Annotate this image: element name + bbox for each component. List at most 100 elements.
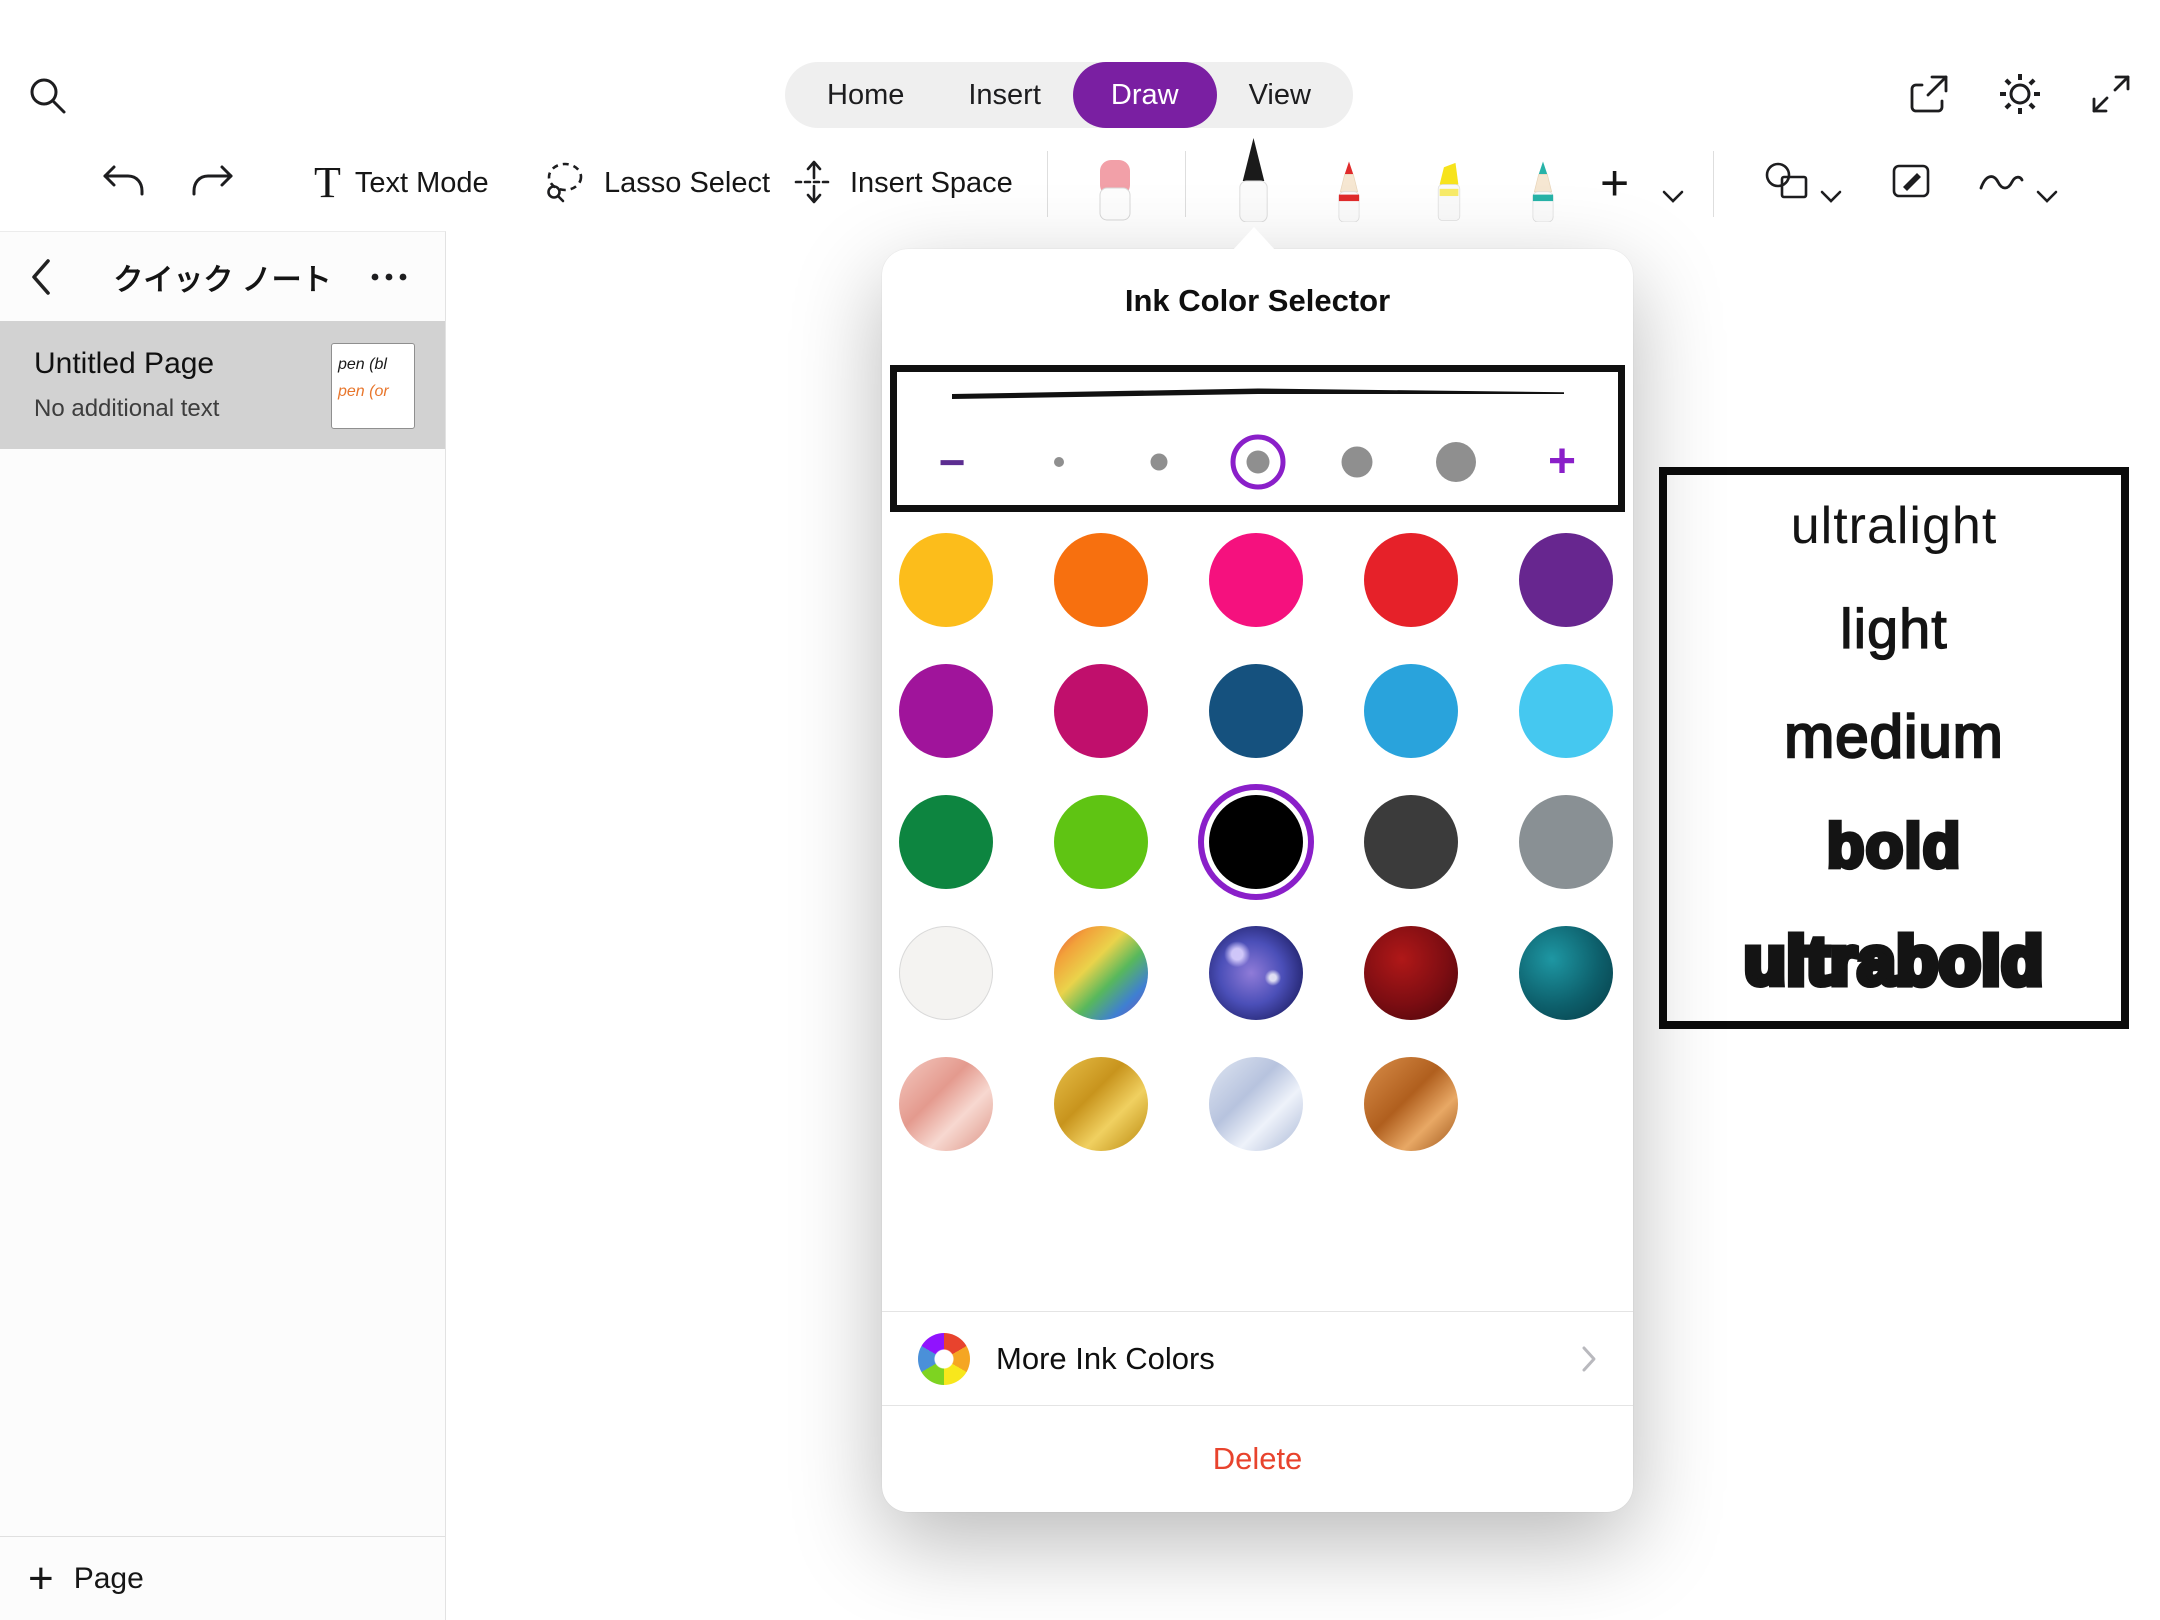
tab-draw[interactable]: Draw	[1073, 62, 1217, 128]
ink-sample-ultrabold: ultrabold	[1744, 926, 2044, 997]
swatch-dark-gray[interactable]	[1364, 795, 1458, 889]
toolbar-divider	[1047, 151, 1048, 217]
plus-icon: +	[28, 1557, 54, 1601]
text-mode-label: Text Mode	[355, 167, 489, 200]
text-mode-icon: T	[314, 161, 341, 205]
swatch-dark-blue[interactable]	[1209, 664, 1303, 758]
stroke-size-dot-4[interactable]	[1342, 447, 1373, 478]
swatch-light-green[interactable]	[1054, 795, 1148, 889]
more-ink-colors-label: More Ink Colors	[996, 1341, 1215, 1377]
ribbon-tabs: Home Insert Draw View	[785, 62, 1353, 128]
fullscreen-button[interactable]	[2088, 71, 2134, 120]
eraser-tool[interactable]	[1093, 158, 1137, 222]
ink-sample-ultralight: ultralight	[1791, 499, 1998, 554]
sidebar-header: クイック ノート	[0, 232, 445, 321]
swatch-blue[interactable]	[1364, 664, 1458, 758]
share-icon	[1906, 71, 1952, 120]
swatch-red[interactable]	[1364, 533, 1458, 627]
increase-size-button[interactable]: +	[1548, 438, 1576, 486]
sidebar-more-button[interactable]	[369, 272, 409, 282]
color-wheel-icon	[918, 1333, 970, 1385]
ink-annotation-button[interactable]	[1889, 155, 1935, 211]
search-icon	[24, 106, 70, 121]
settings-gear-icon	[1996, 70, 2044, 121]
redo-button[interactable]	[190, 155, 236, 211]
swatch-galaxy[interactable]	[1209, 926, 1303, 1020]
page-sidebar: クイック ノート Untitled Page No additional tex…	[0, 231, 446, 1620]
fullscreen-icon	[2088, 71, 2134, 120]
more-ink-colors-button[interactable]: More Ink Colors	[882, 1311, 1633, 1405]
shapes-chevron[interactable]	[1820, 170, 1842, 226]
add-pen-button[interactable]: +	[1600, 155, 1629, 211]
page-title: Untitled Page	[34, 347, 214, 381]
stroke-size-dot-3[interactable]	[1247, 451, 1270, 474]
stroke-size-dot-1[interactable]	[1054, 457, 1064, 467]
swatch-pink[interactable]	[1209, 533, 1303, 627]
lasso-select-button[interactable]: Lasso Select	[540, 155, 770, 211]
swatch-purple[interactable]	[1519, 533, 1613, 627]
pencil-red-tool[interactable]	[1333, 160, 1365, 222]
stroke-size-dot-2[interactable]	[1151, 454, 1168, 471]
ink-color-selector-popup: Ink Color Selector −+ More Ink Colors De…	[882, 249, 1633, 1512]
decrease-size-button[interactable]: −	[939, 439, 966, 485]
delete-pen-button[interactable]: Delete	[882, 1405, 1633, 1512]
toolbar-divider	[1185, 151, 1186, 217]
swatch-rose-gold[interactable]	[899, 1057, 993, 1151]
tab-insert[interactable]: Insert	[936, 62, 1073, 128]
insert-space-button[interactable]: Insert Space	[792, 155, 1013, 211]
insert-space-label: Insert Space	[850, 167, 1013, 200]
lasso-select-label: Lasso Select	[604, 167, 770, 200]
page-list-item-selected[interactable]: Untitled Page No additional text pen (bl…	[0, 321, 445, 449]
ellipsis-icon	[369, 270, 409, 285]
swatch-orange[interactable]	[1054, 533, 1148, 627]
swatch-white[interactable]	[899, 926, 993, 1020]
pencil-teal-tool[interactable]	[1527, 160, 1559, 222]
selected-size-ring[interactable]	[1231, 435, 1286, 490]
swatch-violet[interactable]	[899, 664, 993, 758]
page-subtitle: No additional text	[34, 395, 219, 423]
add-page-label: Page	[74, 1562, 144, 1596]
swatch-bronze[interactable]	[1364, 1057, 1458, 1151]
ink-weight-samples-box: ultralightlightmediumboldultrabold	[1659, 467, 2129, 1029]
tab-home[interactable]: Home	[795, 62, 936, 128]
onenote-app: Home Insert Draw View	[0, 0, 2160, 1620]
freehand-ink-chevron[interactable]	[2036, 170, 2058, 226]
plus-icon: +	[1600, 158, 1629, 208]
freehand-ink-button[interactable]	[1976, 155, 2026, 211]
swatch-light-blue[interactable]	[1519, 664, 1613, 758]
swatch-rainbow-glitter[interactable]	[1054, 926, 1148, 1020]
search-button[interactable]	[24, 72, 70, 121]
chevron-left-icon	[26, 287, 54, 302]
shapes-icon	[1762, 159, 1812, 208]
pen-black-tool[interactable]	[1232, 138, 1275, 222]
thumbnail-text-line: pen (bl	[338, 351, 408, 378]
settings-button[interactable]	[1996, 70, 2044, 121]
swatch-silver[interactable]	[1209, 1057, 1303, 1151]
swatch-green[interactable]	[899, 795, 993, 889]
swatch-gold[interactable]	[1054, 1057, 1148, 1151]
swatch-teal-texture[interactable]	[1519, 926, 1613, 1020]
chevron-down-icon	[1820, 190, 1842, 206]
redo-icon	[190, 163, 236, 204]
text-mode-button[interactable]: T Text Mode	[314, 155, 489, 211]
add-page-button[interactable]: + Page	[0, 1536, 445, 1620]
shapes-button[interactable]	[1762, 155, 1812, 211]
swatch-black[interactable]	[1209, 795, 1303, 889]
ink-annotation-icon	[1889, 159, 1935, 208]
stroke-preview	[948, 386, 1568, 409]
toolbar-divider	[1713, 151, 1714, 217]
undo-icon	[100, 163, 146, 204]
tab-view[interactable]: View	[1217, 62, 1343, 128]
stroke-size-dot-5[interactable]	[1436, 442, 1476, 482]
add-pen-chevron[interactable]	[1662, 170, 1684, 226]
swatch-yellow[interactable]	[899, 533, 993, 627]
highlighter-yellow-tool[interactable]	[1433, 160, 1465, 222]
ink-sample-bold: bold	[1827, 814, 1962, 879]
share-button[interactable]	[1906, 71, 1952, 120]
page-thumbnail: pen (bl pen (or	[331, 343, 415, 429]
swatch-dark-red[interactable]	[1364, 926, 1458, 1020]
back-button[interactable]	[26, 255, 54, 299]
undo-button[interactable]	[100, 155, 146, 211]
swatch-gray[interactable]	[1519, 795, 1613, 889]
swatch-magenta[interactable]	[1054, 664, 1148, 758]
